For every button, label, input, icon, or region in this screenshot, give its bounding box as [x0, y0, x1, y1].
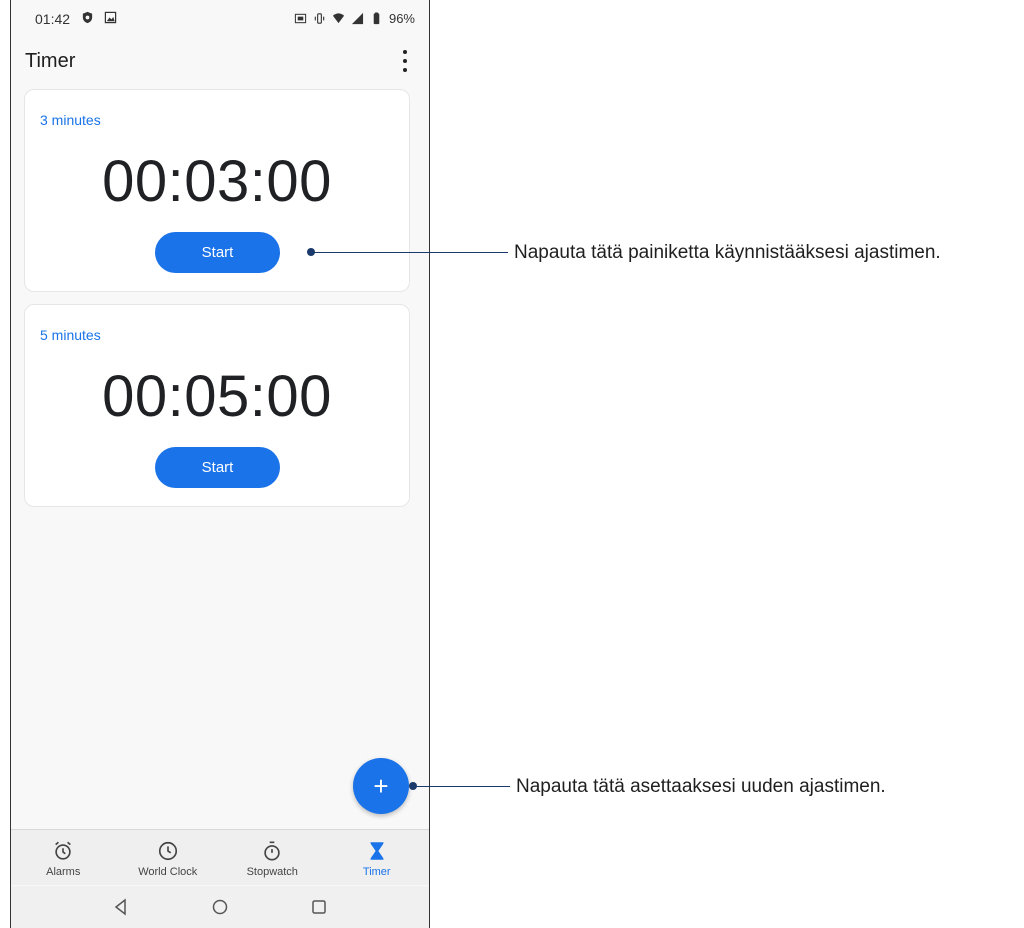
timer-time: 00:05:00 [102, 364, 332, 429]
nav-item-alarms[interactable]: Alarms [11, 830, 116, 885]
status-time: 01:42 [35, 11, 71, 27]
nav-label-stopwatch: Stopwatch [246, 866, 298, 878]
callout-line [414, 786, 510, 787]
page-title: Timer [25, 50, 76, 72]
wifi-icon [332, 13, 345, 24]
stopwatch-icon [264, 841, 280, 861]
timer-card[interactable]: 3 minutes 00:03:00 Start [24, 89, 410, 292]
callout-start-timer: Napauta tätä painiketta käynnistääksesi … [514, 242, 941, 263]
timer-time: 00:03:00 [102, 149, 332, 214]
callout-line [312, 252, 508, 253]
bottom-nav: Alarms World Clock Stopwatch Timer [11, 829, 429, 885]
callout-new-timer: Napauta tätä asettaaksesi uuden ajastime… [516, 776, 886, 797]
start-button[interactable]: Start [155, 447, 280, 488]
nav-item-world-clock[interactable]: World Clock [116, 830, 221, 885]
image-icon [104, 11, 117, 24]
nav-item-timer[interactable]: Timer [325, 830, 430, 885]
timer-label: 5 minutes [40, 327, 101, 343]
back-icon[interactable] [112, 898, 130, 916]
nav-label-timer: Timer [362, 866, 391, 878]
app-bar: Timer [11, 42, 429, 82]
battery-icon [373, 12, 380, 25]
home-icon[interactable] [211, 898, 229, 916]
battery-percent: 96% [388, 11, 415, 26]
vibrate-icon [314, 13, 325, 24]
system-nav-bar [11, 886, 429, 928]
add-timer-button[interactable]: + [353, 758, 409, 814]
more-options-icon[interactable] [399, 50, 411, 72]
start-button[interactable]: Start [155, 232, 280, 273]
recents-icon[interactable] [310, 898, 328, 916]
nav-label-alarms: Alarms [46, 866, 81, 878]
alarm-icon [55, 841, 72, 860]
phone-screen: 01:42 96% Timer 3 minutes 00:03:00 Start… [10, 0, 430, 928]
nfc-icon [294, 13, 307, 24]
nav-label-world-clock: World Clock [138, 866, 198, 878]
shield-icon [82, 11, 93, 24]
timer-card[interactable]: 5 minutes 00:05:00 Start [24, 304, 410, 507]
hourglass-icon [370, 842, 384, 860]
status-bar: 01:42 96% [11, 0, 429, 40]
nav-item-stopwatch[interactable]: Stopwatch [220, 830, 325, 885]
timer-label: 3 minutes [40, 112, 101, 128]
clock-icon [158, 841, 177, 861]
signal-icon [351, 12, 364, 25]
